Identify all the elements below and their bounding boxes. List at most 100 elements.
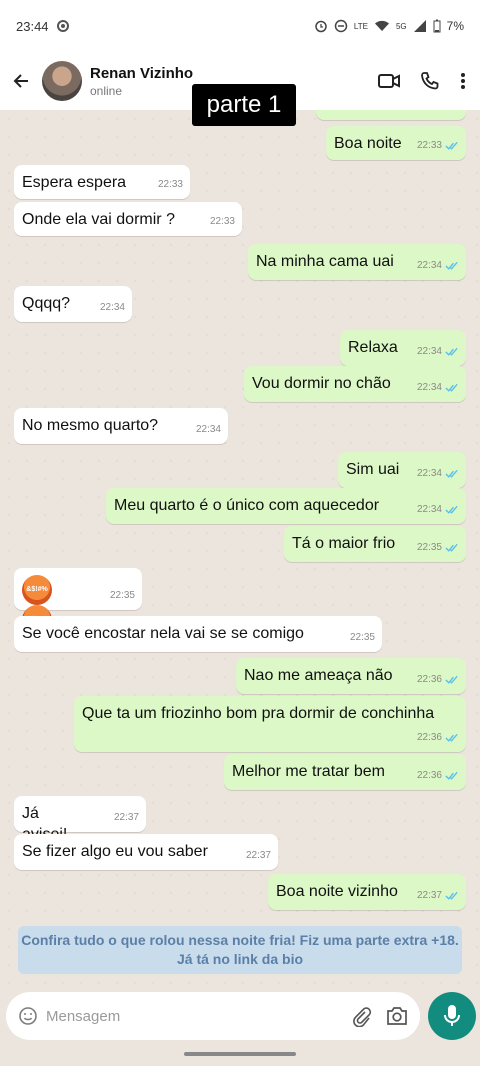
message-input-box — [6, 992, 420, 1040]
message-bubble[interactable]: Já avisei!22:37 — [14, 796, 146, 843]
read-receipt-icon — [445, 505, 458, 514]
message-meta: 22:34 — [417, 255, 460, 276]
more-options-icon[interactable] — [460, 72, 466, 90]
message-text: Que ta um friozinho bom pra dormir de co… — [82, 705, 435, 722]
read-receipt-icon — [445, 891, 458, 900]
message-time: 22:34 — [195, 424, 221, 435]
message-bubble[interactable]: Nao me ameaça não 22:36 — [236, 658, 466, 694]
message-meta: 22:34 — [417, 377, 460, 398]
message-time: 22:33 — [209, 216, 235, 227]
message-meta: 22:33 — [417, 135, 460, 156]
message-meta: 22:36 — [417, 669, 460, 690]
message-input[interactable] — [46, 1007, 350, 1025]
battery-icon — [433, 19, 441, 33]
message-meta: 22:34 — [417, 463, 460, 484]
promo-banner: Confira tudo o que rolou nessa noite fri… — [18, 926, 462, 974]
message-bubble[interactable]: Meu quarto é o único com aquecedor 22:34 — [106, 488, 466, 524]
avatar[interactable] — [42, 61, 82, 101]
message-meta: 22:34 — [196, 419, 221, 440]
message-time: 22:33 — [416, 140, 442, 151]
network-type-2: 5G — [395, 21, 407, 31]
message-bubble[interactable]: No mesmo quarto? 22:34 — [14, 408, 228, 444]
message-bubble[interactable]: Qqqq? 22:34 — [14, 286, 132, 322]
message-bubble[interactable]: Tá o maior frio 22:35 — [284, 526, 466, 562]
message-meta: 22:34 — [417, 499, 460, 520]
back-arrow-icon — [13, 74, 28, 88]
network-type: LTE — [353, 21, 368, 31]
gesture-nav-handle[interactable] — [184, 1052, 296, 1056]
message-text: Se fizer algo eu vou saber — [22, 843, 208, 860]
message-time: 22:37 — [245, 850, 271, 861]
message-text: Se você encostar nela vai se se comigo — [22, 625, 304, 642]
message-bubble[interactable]: Que ta um friozinho bom pra dormir de co… — [74, 696, 466, 752]
read-receipt-icon — [445, 469, 458, 478]
recording-indicator-icon — [56, 20, 69, 32]
message-text: No mesmo quarto? — [22, 417, 159, 434]
message-time: 22:34 — [416, 468, 442, 479]
read-receipt-icon — [445, 261, 458, 270]
contact-status: online — [90, 83, 123, 98]
phone-icon[interactable] — [420, 71, 440, 91]
message-bubble[interactable]: Na minha cama uai 22:34 — [248, 244, 466, 280]
read-receipt-icon — [445, 543, 458, 552]
alarm-icon — [315, 20, 327, 33]
message-bubble[interactable]: Se você encostar nela vai se se comigo 22… — [14, 616, 382, 652]
message-meta: 22:37 — [246, 845, 271, 866]
message-bubble[interactable]: Se fizer algo eu vou saber 22:37 — [14, 834, 278, 870]
message-meta: 22:36 — [417, 727, 460, 748]
wifi-icon — [374, 20, 389, 31]
read-receipt-icon — [445, 771, 458, 780]
mic-button[interactable] — [428, 992, 476, 1040]
message-text: Meu quarto é o único com aquecedor — [114, 497, 380, 514]
message-time: 22:35 — [109, 590, 135, 601]
message-meta: 22:36 — [417, 765, 460, 786]
contact-info[interactable]: Renan Vizinho online — [90, 65, 193, 98]
message-time: 22:34 — [416, 260, 442, 271]
read-receipt-icon — [445, 347, 458, 356]
read-receipt-icon — [445, 733, 458, 742]
message-time: 22:34 — [416, 382, 442, 393]
status-bar: 23:44 LTE 5G 7% — [0, 0, 480, 52]
message-bubble[interactable]: &$!#%&$!#%22:35 — [14, 568, 142, 635]
message-time: 22:36 — [416, 674, 442, 685]
video-part-label: parte 1 — [192, 84, 296, 126]
contact-name: Renan Vizinho — [90, 64, 194, 82]
message-bubble[interactable]: Espera espera 22:33 — [14, 165, 190, 199]
camera-icon[interactable] — [386, 1006, 408, 1026]
message-meta: 22:35 — [350, 627, 375, 648]
message-time: 22:37 — [113, 812, 139, 823]
message-bubble[interactable]: Melhor me tratar bem 22:36 — [224, 754, 466, 790]
message-bubble-partial — [316, 110, 466, 120]
battery-level: 7% — [446, 19, 464, 33]
message-time: 22:35 — [349, 632, 375, 643]
message-bubble[interactable]: Sim uai 22:34 — [338, 452, 466, 488]
chat-area[interactable]: Boa noite 22:33 Espera espera 22:33 Onde ela… — [0, 110, 480, 988]
emoji-icon[interactable] — [18, 1006, 38, 1026]
message-time: 22:36 — [416, 770, 442, 781]
message-text: Onde ela vai dormir ? — [22, 211, 175, 228]
message-time: 22:37 — [416, 890, 442, 901]
back-button[interactable] — [8, 68, 34, 94]
attach-icon[interactable] — [350, 1005, 372, 1027]
signal-icon — [413, 20, 426, 32]
message-time: 22:34 — [99, 302, 125, 313]
message-meta: 22:37 — [114, 807, 139, 828]
message-meta: 22:37 — [417, 885, 460, 906]
message-meta: 22:33 — [158, 174, 183, 195]
read-receipt-icon — [445, 383, 458, 392]
message-time: 22:34 — [416, 504, 442, 515]
read-receipt-icon — [445, 675, 458, 684]
mic-icon — [444, 1005, 460, 1026]
status-time: 23:44 — [16, 18, 49, 34]
angry-face-icon: &$!#% — [22, 575, 52, 605]
message-bubble[interactable]: Onde ela vai dormir ? 22:33 — [14, 202, 242, 236]
message-bubble[interactable]: Boa noite 22:33 — [326, 126, 466, 160]
message-time: 22:33 — [157, 179, 183, 190]
message-bubble[interactable]: Relaxa 22:34 — [340, 330, 466, 366]
message-bubble[interactable]: Boa noite vizinho 22:37 — [268, 874, 466, 910]
message-meta: 22:34 — [417, 341, 460, 362]
video-call-icon[interactable] — [378, 73, 400, 89]
message-bubble[interactable]: Vou dormir no chão 22:34 — [244, 366, 466, 402]
message-time: 22:34 — [416, 346, 442, 357]
message-meta: 22:35 — [110, 585, 135, 606]
